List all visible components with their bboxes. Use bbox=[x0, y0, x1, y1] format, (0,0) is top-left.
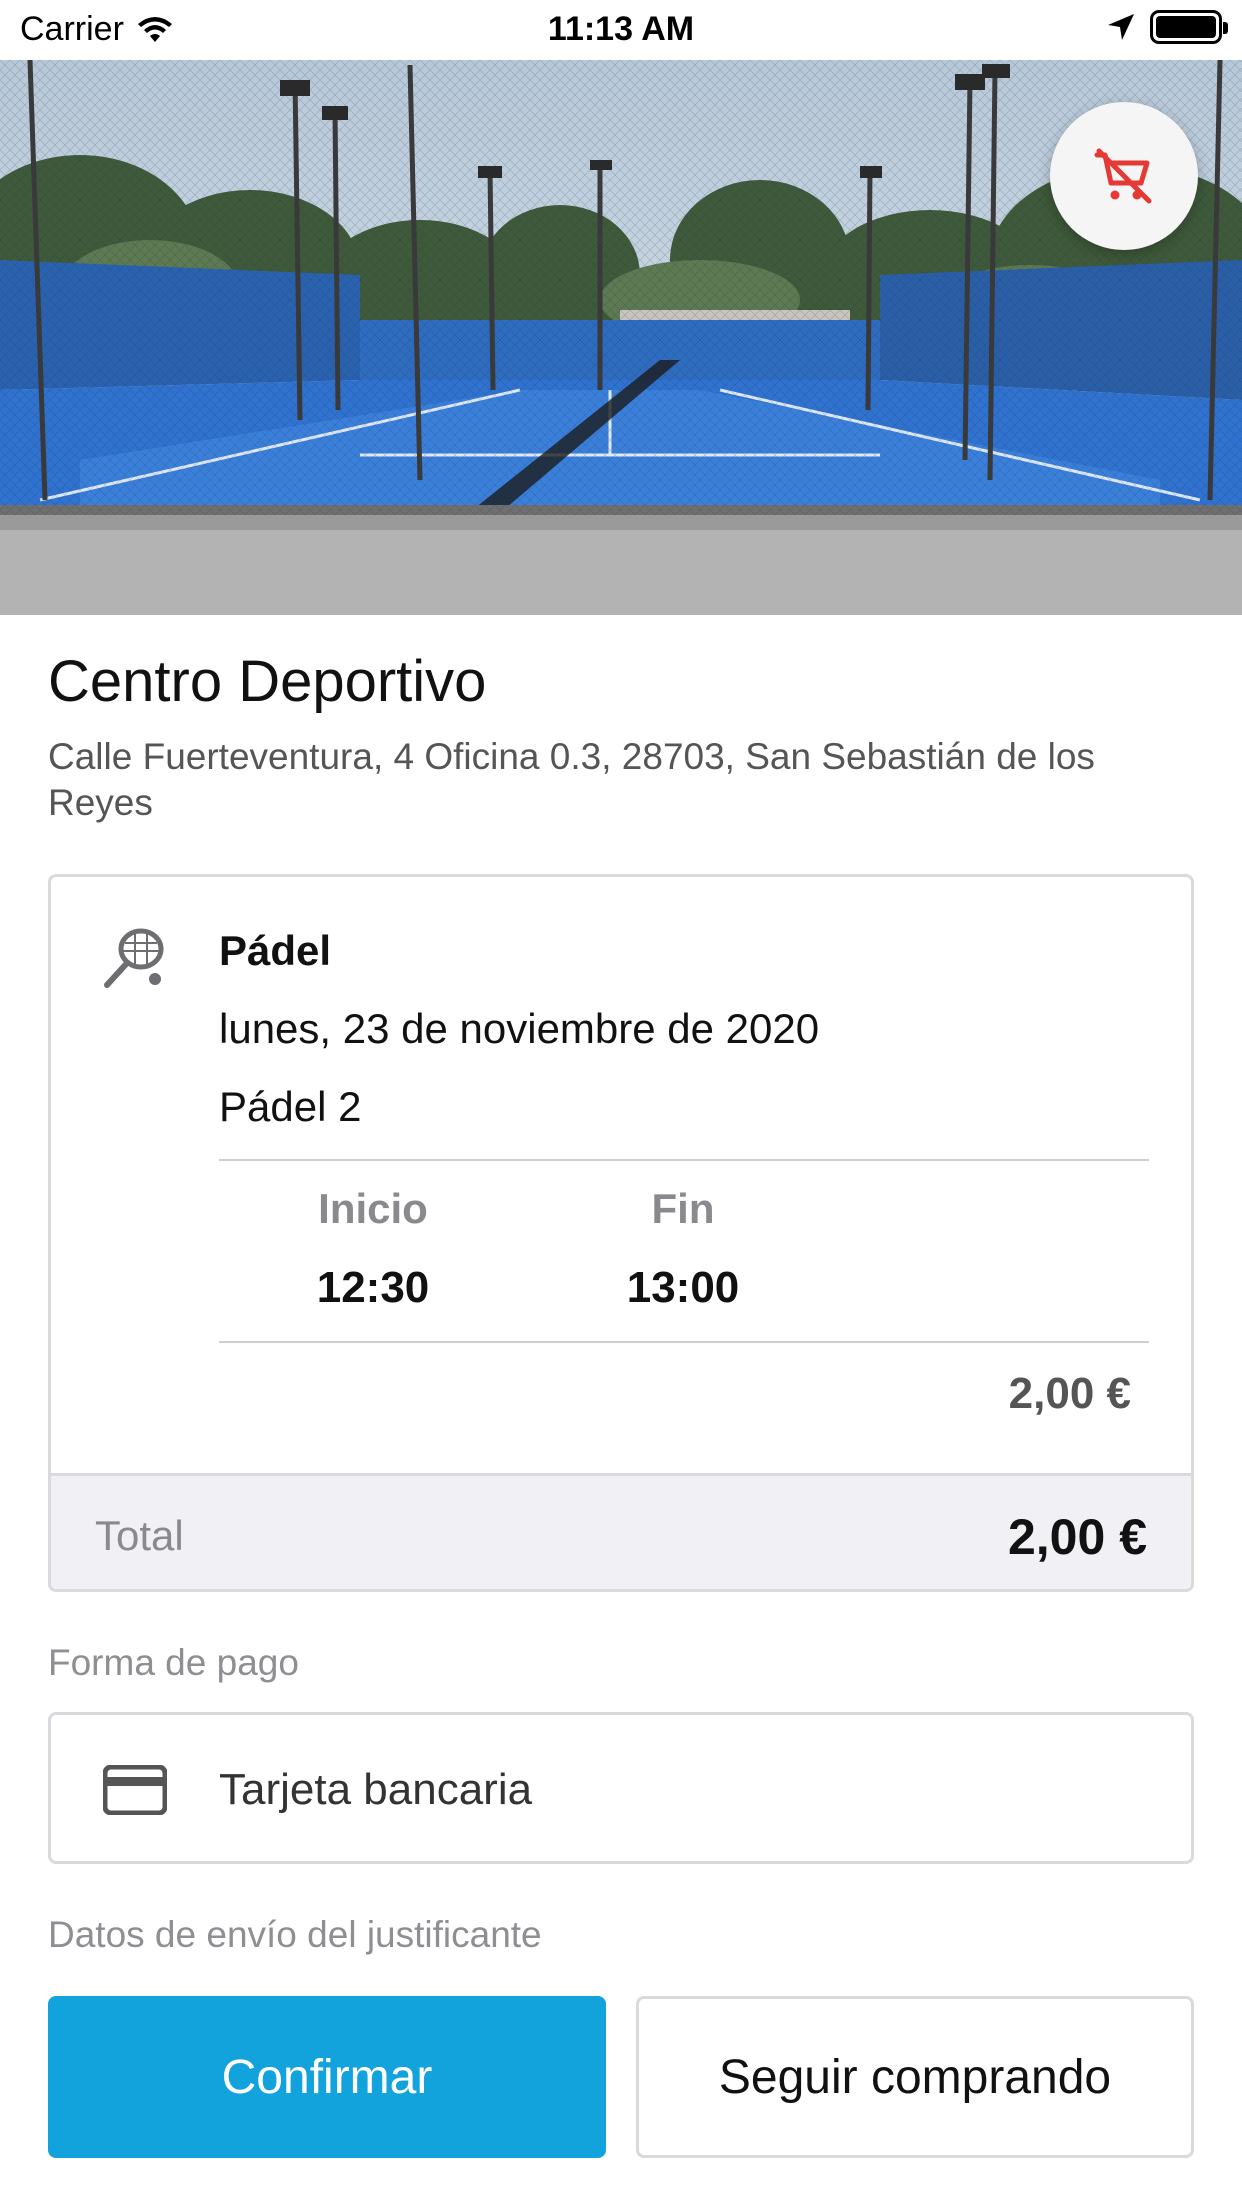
venue-name: Centro Deportivo bbox=[48, 649, 487, 714]
continue-shopping-button[interactable]: Seguir comprando bbox=[636, 1996, 1194, 2158]
booking-summary-card: Pádel lunes, 23 de noviembre de 2020 Pád… bbox=[48, 874, 1194, 1592]
venue-address: Calle Fuerteventura, 4 Oficina 0.3, 2870… bbox=[48, 736, 1095, 823]
remove-shopping-cart-icon bbox=[1094, 148, 1152, 204]
battery-icon bbox=[1150, 10, 1228, 44]
total-value: 2,00 € bbox=[1007, 1509, 1147, 1565]
divider bbox=[219, 1341, 1149, 1343]
total-label: Total bbox=[95, 1512, 184, 1559]
padel-racket-icon bbox=[101, 925, 167, 996]
status-bar: Carrier 11:13 AM bbox=[0, 0, 1242, 60]
end-time-column: Fin 13:00 bbox=[583, 1185, 783, 1313]
confirm-button[interactable]: Confirmar bbox=[48, 1996, 606, 2158]
divider bbox=[219, 1159, 1149, 1161]
end-label: Fin bbox=[651, 1185, 715, 1232]
start-time: 12:30 bbox=[316, 1263, 430, 1312]
receipt-section-label: Datos de envío del justificante bbox=[48, 1914, 542, 1955]
payment-section-label: Forma de pago bbox=[48, 1642, 299, 1683]
payment-method-selector[interactable]: Tarjeta bancaria bbox=[48, 1712, 1194, 1864]
venue-photo bbox=[0, 60, 1242, 615]
line-price: 2,00 € bbox=[1008, 1369, 1131, 1418]
payment-method-label: Tarjeta bancaria bbox=[219, 1765, 533, 1814]
start-label: Inicio bbox=[318, 1185, 428, 1232]
sport-name: Pádel bbox=[219, 927, 332, 974]
start-time-column: Inicio 12:30 bbox=[273, 1185, 473, 1313]
total-bar: Total 2,00 € bbox=[51, 1473, 1191, 1589]
credit-card-icon bbox=[102, 1764, 168, 1820]
booking-date: lunes, 23 de noviembre de 2020 bbox=[219, 1005, 820, 1052]
status-time: 11:13 AM bbox=[547, 10, 695, 48]
remove-cart-button[interactable] bbox=[1050, 102, 1198, 250]
status-right bbox=[1106, 10, 1228, 44]
location-arrow-icon bbox=[1108, 14, 1134, 40]
end-time: 13:00 bbox=[626, 1263, 740, 1312]
court-name: Pádel 2 bbox=[219, 1083, 362, 1130]
